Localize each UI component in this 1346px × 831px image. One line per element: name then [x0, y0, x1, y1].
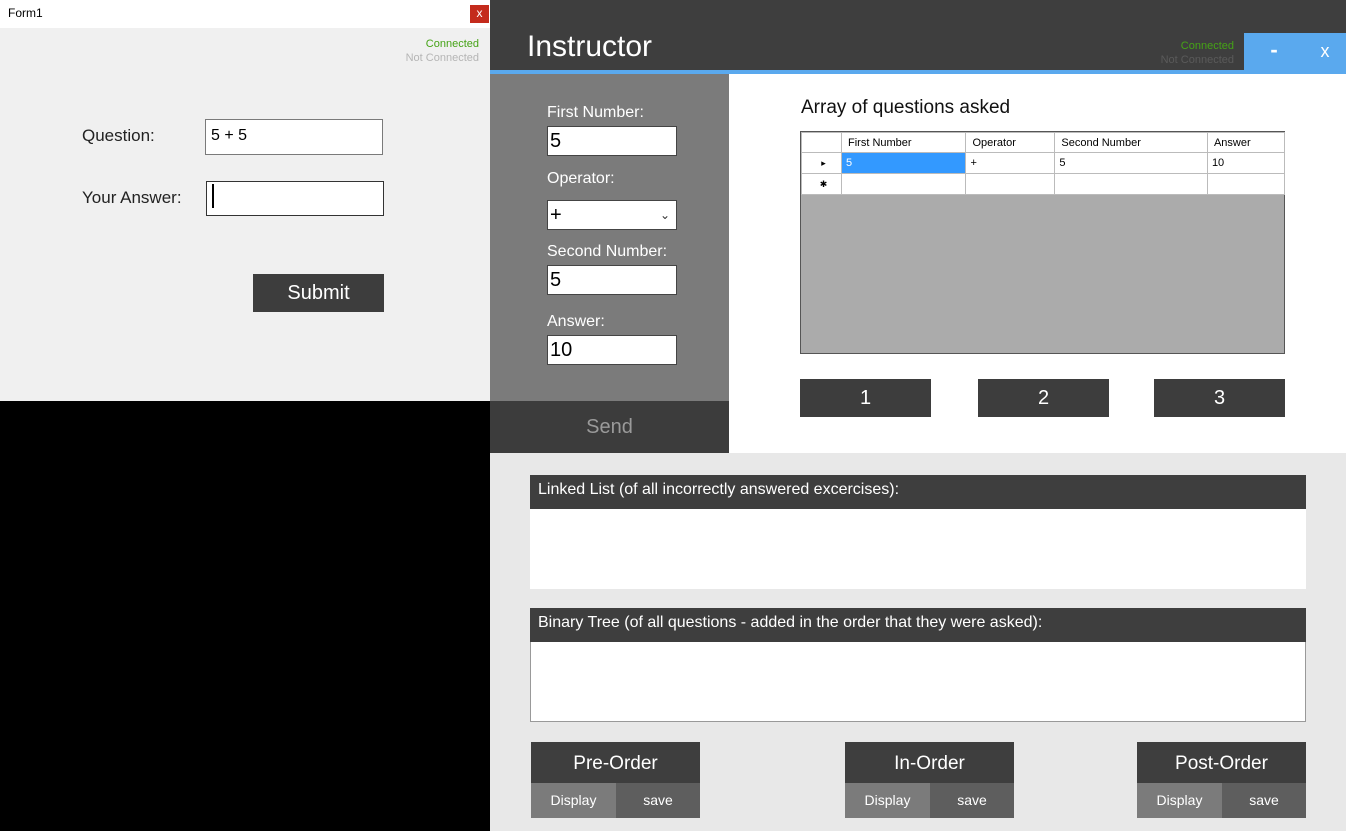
post-order-save-button[interactable]: save [1222, 783, 1306, 818]
close-icon[interactable]: x [470, 5, 489, 23]
questions-grid[interactable]: First Number Operator Second Number Answ… [800, 131, 1286, 354]
second-number-input[interactable]: 5 [547, 265, 677, 295]
operator-value: + [550, 204, 562, 226]
column-header[interactable]: Answer [1206, 132, 1286, 153]
first-number-label: First Number: [547, 104, 644, 121]
linked-list-header: Linked List (of all incorrectly answered… [530, 475, 1306, 509]
table-cell[interactable] [1054, 173, 1208, 195]
instructor-window: Instructor Connected Not Connected - x F… [490, 0, 1346, 831]
array-title: Array of questions asked [801, 97, 1011, 118]
new-table-row[interactable]: ✱ [801, 173, 1286, 195]
table-cell[interactable] [840, 173, 967, 195]
table-header-row: First Number Operator Second Number Answ… [801, 132, 1286, 153]
column-header[interactable]: Second Number [1054, 132, 1208, 153]
question-field[interactable]: 5 + 5 [205, 119, 383, 155]
linked-list-box[interactable] [530, 509, 1306, 589]
table-cell[interactable] [965, 173, 1056, 195]
pre-order-button[interactable]: Pre-Order [531, 742, 700, 783]
post-order-display-button[interactable]: Display [1137, 783, 1222, 818]
question-label: Question: [82, 126, 155, 145]
student-form-titlebar[interactable]: Form1 x [0, 0, 490, 28]
instructor-title: Instructor [527, 30, 653, 63]
connected-status: Connected [425, 38, 479, 50]
connected-status: Connected [1180, 40, 1234, 52]
new-row-icon[interactable]: ✱ [801, 173, 842, 195]
send-button[interactable]: Send [490, 401, 729, 453]
table-cell[interactable] [1206, 173, 1286, 195]
text-caret [212, 184, 214, 208]
table-row[interactable]: ▸ 5 + 5 10 [801, 152, 1286, 174]
binary-tree-header: Binary Tree (of all questions - added in… [530, 608, 1306, 642]
in-order-display-button[interactable]: Display [845, 783, 930, 818]
sort-button-2[interactable]: 2 [978, 379, 1109, 417]
answer-input[interactable]: 10 [547, 335, 677, 365]
binary-tree-box[interactable] [530, 642, 1306, 722]
answer-label: Answer: [547, 313, 605, 330]
column-header[interactable]: First Number [840, 132, 967, 153]
submit-button[interactable]: Submit [253, 274, 384, 312]
pre-order-display-button[interactable]: Display [531, 783, 616, 818]
array-panel: Array of questions asked First Number Op… [729, 74, 1346, 453]
row-header-corner [801, 132, 842, 153]
operator-label: Operator: [547, 170, 615, 187]
sort-button-3[interactable]: 3 [1154, 379, 1285, 417]
questions-table: First Number Operator Second Number Answ… [801, 132, 1286, 195]
current-row-indicator-icon[interactable]: ▸ [801, 152, 842, 174]
column-header[interactable]: Operator [965, 132, 1056, 153]
student-form-title: Form1 [8, 6, 43, 20]
chevron-down-icon[interactable]: ⌄ [660, 201, 670, 229]
operator-select[interactable]: + ⌄ [547, 200, 677, 230]
in-order-button[interactable]: In-Order [845, 742, 1014, 783]
your-answer-label: Your Answer: [82, 188, 182, 207]
minimize-button[interactable]: - [1244, 33, 1304, 70]
close-button[interactable]: x [1304, 33, 1346, 70]
second-number-label: Second Number: [547, 243, 668, 260]
pre-order-save-button[interactable]: save [616, 783, 700, 818]
instructor-header[interactable]: Instructor Connected Not Connected [490, 0, 1346, 70]
sort-button-1[interactable]: 1 [800, 379, 931, 417]
not-connected-status: Not Connected [405, 52, 479, 64]
post-order-button[interactable]: Post-Order [1137, 742, 1306, 783]
in-order-save-button[interactable]: save [930, 783, 1014, 818]
question-input-panel: First Number: 5 Operator: + ⌄ Second Num… [490, 74, 729, 401]
table-cell[interactable]: 5 [1054, 152, 1208, 174]
student-form-window: Form1 x Connected Not Connected Question… [0, 0, 490, 401]
answer-input[interactable] [206, 181, 384, 216]
table-cell[interactable]: + [965, 152, 1056, 174]
table-cell[interactable]: 10 [1206, 152, 1286, 174]
first-number-input[interactable]: 5 [547, 126, 677, 156]
table-cell[interactable]: 5 [840, 152, 967, 174]
not-connected-status: Not Connected [1160, 54, 1234, 66]
